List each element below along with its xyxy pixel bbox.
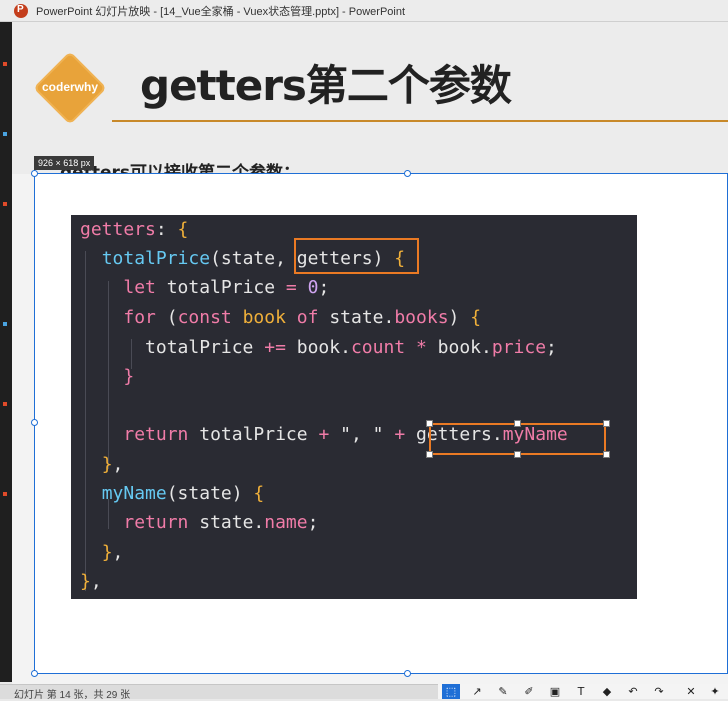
code-line-1: getters: {	[80, 219, 189, 240]
code-line-11: return state.name;	[123, 512, 319, 533]
code-line-9: },	[101, 454, 124, 475]
code-line-13: },	[80, 571, 102, 592]
resize-handle-bottom[interactable]	[404, 670, 411, 677]
shape-handle[interactable]	[514, 420, 521, 427]
annotation-toolbar: ⬚ ↗ ✎ ✐ ▣ T ◆ ↶ ↷ ✕ ✦	[438, 684, 728, 699]
coderwhy-logo: coderwhy	[33, 51, 107, 125]
slide-thumbnail-strip[interactable]	[0, 22, 12, 682]
close-icon[interactable]: ✕	[682, 684, 700, 699]
pin-icon[interactable]: ✦	[706, 684, 724, 699]
eraser-icon[interactable]: ◆	[598, 684, 616, 699]
shape-handle[interactable]	[603, 420, 610, 427]
image-size-tooltip: 926 × 618 px	[34, 156, 95, 170]
logo-text: coderwhy	[41, 80, 98, 94]
code-line-12: },	[101, 542, 124, 563]
code-line-5: totalPrice += book.count * book.price;	[80, 337, 557, 358]
code-line-6: }	[123, 366, 135, 387]
code-line-10: myName(state) {	[101, 483, 265, 504]
select-icon[interactable]: ⬚	[442, 684, 460, 699]
text-icon[interactable]: T	[572, 684, 590, 699]
highlighter-icon[interactable]: ✐	[520, 684, 538, 699]
shape-handle[interactable]	[603, 451, 610, 458]
shape-handle[interactable]	[514, 451, 521, 458]
slide-header: coderwhy getters第二个参数 getters可以接收第二个参数：	[12, 22, 728, 183]
getters-param-highlight	[294, 238, 419, 274]
shape-handle[interactable]	[426, 451, 433, 458]
resize-handle-bottom-left[interactable]	[31, 670, 38, 677]
window-title-bar: PowerPoint 幻灯片放映 - [14_Vue全家桶 - Vuex状态管理…	[0, 0, 728, 22]
powerpoint-icon	[14, 4, 28, 18]
title-underline	[112, 120, 728, 122]
code-line-4: for (const book of state.books) {	[123, 307, 482, 328]
shape-handle[interactable]	[426, 420, 433, 427]
window-title: PowerPoint 幻灯片放映 - [14_Vue全家桶 - Vuex状态管理…	[36, 6, 406, 18]
pen-icon[interactable]: ✎	[494, 684, 512, 699]
resize-handle-top-left[interactable]	[31, 170, 38, 177]
code-line-3: let totalPrice = 0;	[123, 277, 330, 298]
crop-icon[interactable]: ▣	[546, 684, 564, 699]
undo-icon[interactable]: ↶	[624, 684, 642, 699]
resize-handle-left[interactable]	[31, 419, 38, 426]
chart-icon[interactable]: ↗	[468, 684, 486, 699]
slide-title: getters第二个参数	[140, 61, 512, 110]
resize-handle-top[interactable]	[404, 170, 411, 177]
redo-icon[interactable]: ↷	[650, 684, 668, 699]
